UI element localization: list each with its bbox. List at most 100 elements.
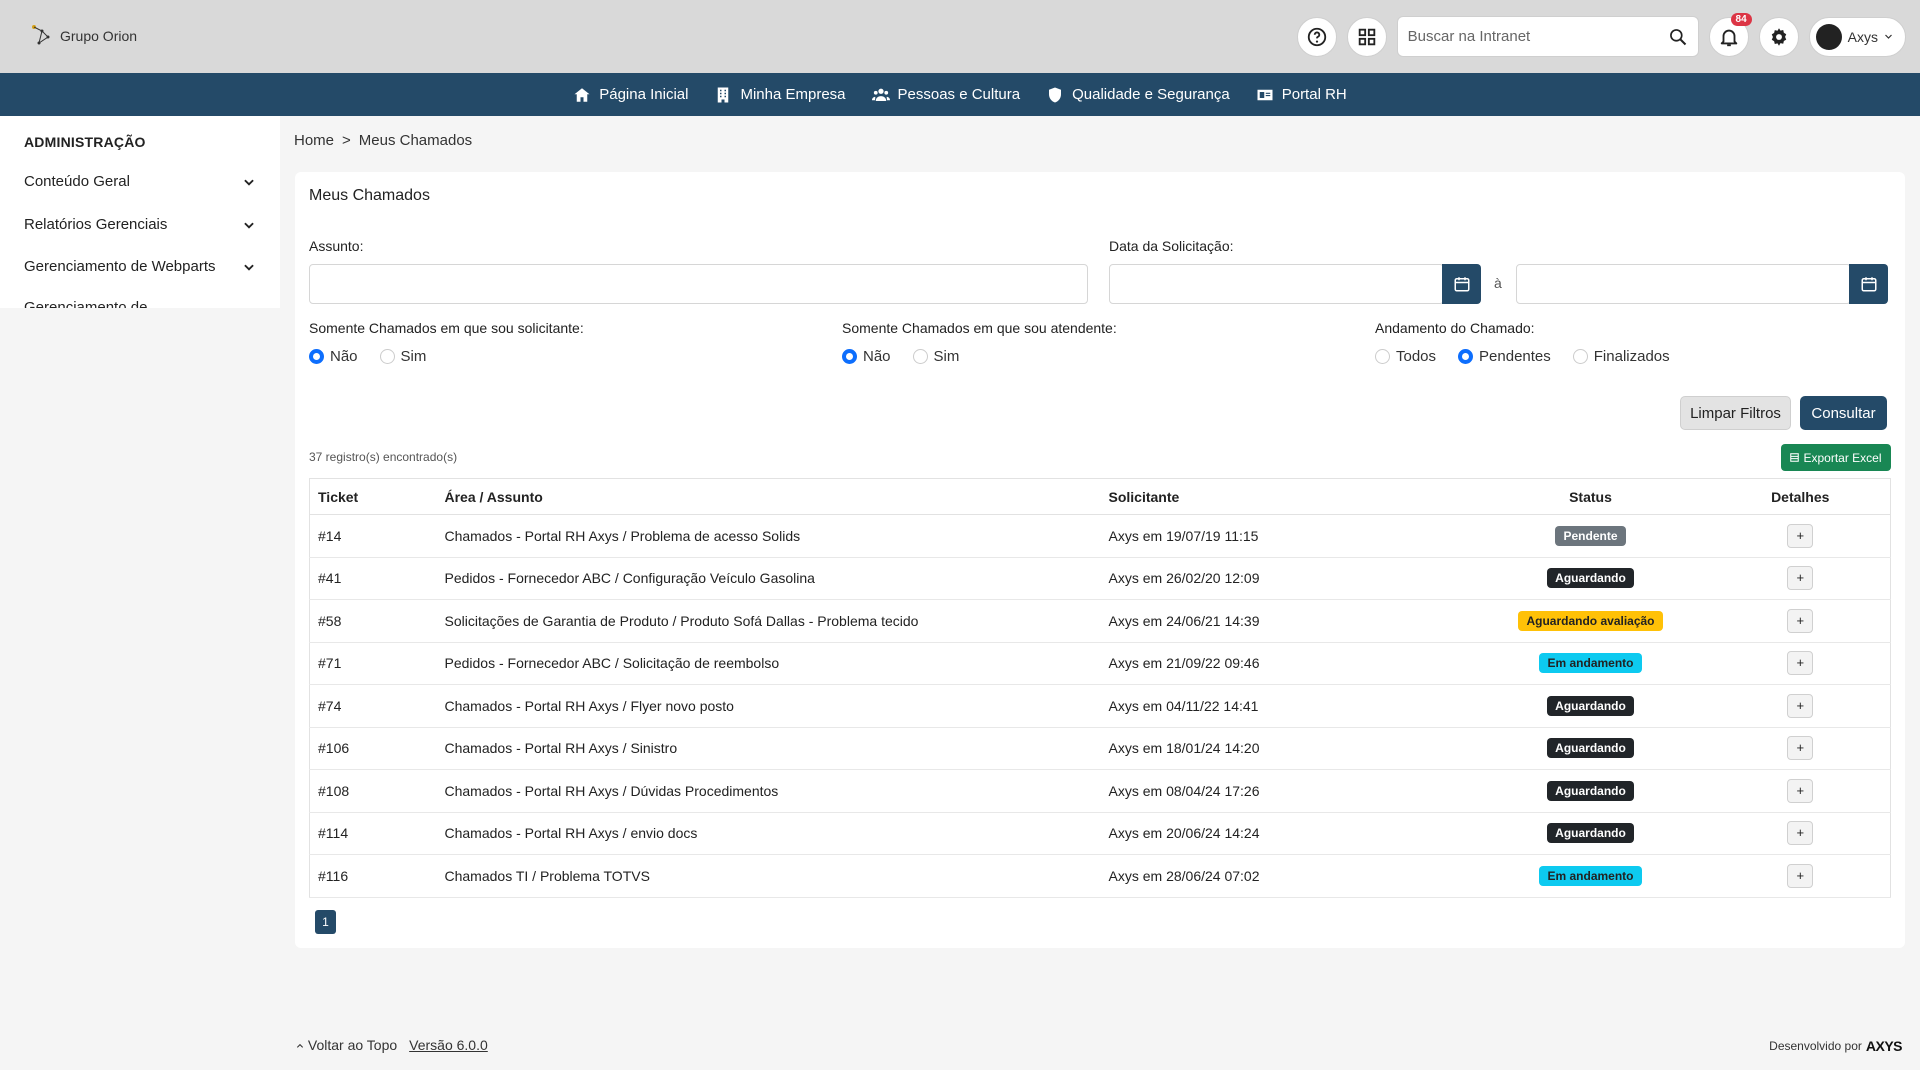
data-solicitacao-label: Data da Solicitação: bbox=[1109, 238, 1234, 254]
date-from-input[interactable] bbox=[1109, 264, 1444, 304]
details-button[interactable]: + bbox=[1787, 736, 1814, 761]
version-link[interactable]: Versão 6.0.0 bbox=[409, 1037, 488, 1053]
settings-button[interactable] bbox=[1758, 16, 1799, 57]
breadcrumb: Home > Meus Chamados bbox=[294, 132, 472, 149]
logo-text: Grupo Orion bbox=[60, 28, 138, 44]
radio-solicitante-nao[interactable] bbox=[309, 349, 324, 364]
ticket-id: #106 bbox=[309, 727, 437, 770]
radio-label: Não bbox=[863, 348, 891, 365]
status-badge: Aguardando bbox=[1547, 568, 1634, 589]
date-separator: à bbox=[1494, 275, 1502, 291]
assunto-label: Assunto: bbox=[309, 238, 364, 254]
search-input[interactable] bbox=[1407, 28, 1668, 45]
ticket-solicitante: Axys em 18/01/24 14:20 bbox=[1100, 727, 1471, 770]
ticket-solicitante: Axys em 28/06/24 07:02 bbox=[1100, 854, 1471, 898]
radio-andamento-todos[interactable] bbox=[1375, 349, 1390, 364]
details-cell: + bbox=[1710, 854, 1891, 898]
admin-sidebar: ADMINISTRAÇÃO Conteúdo Geral Relatórios … bbox=[0, 116, 280, 308]
sidebar-item-gerenciamento[interactable]: Gerenciamento de bbox=[24, 299, 256, 308]
column-header-solicitante[interactable]: Solicitante bbox=[1100, 478, 1471, 515]
apps-button[interactable] bbox=[1346, 16, 1387, 57]
status-badge: Aguardando bbox=[1547, 780, 1634, 801]
status-cell: Aguardando bbox=[1470, 769, 1711, 813]
table-row: #106 Chamados - Portal RH Axys / Sinistr… bbox=[309, 727, 1891, 770]
ticket-id: #116 bbox=[309, 854, 437, 898]
column-header-detalhes: Detalhes bbox=[1710, 478, 1891, 515]
ticket-id: #14 bbox=[309, 514, 437, 558]
radio-andamento-pendentes[interactable] bbox=[1458, 349, 1474, 364]
column-header-ticket[interactable]: Ticket bbox=[309, 478, 437, 515]
radio-atendente-sim[interactable] bbox=[912, 349, 928, 364]
ticket-id: #108 bbox=[309, 769, 437, 813]
date-to-calendar-button[interactable] bbox=[1849, 264, 1888, 304]
nav-item-portal-rh[interactable]: Portal RH bbox=[1256, 86, 1347, 104]
sidebar-title: ADMINISTRAÇÃO bbox=[24, 134, 146, 150]
details-button[interactable]: + bbox=[1787, 693, 1814, 718]
table-header-row: Ticket Área / Assunto Solicitante Status… bbox=[309, 478, 1891, 515]
chevron-down-icon bbox=[1885, 34, 1892, 39]
search-box bbox=[1396, 16, 1699, 57]
assunto-input[interactable] bbox=[309, 264, 1088, 304]
company-logo[interactable]: Grupo Orion bbox=[30, 23, 137, 49]
radio-label: Todos bbox=[1396, 348, 1437, 365]
ticket-solicitante: Axys em 24/06/21 14:39 bbox=[1100, 599, 1471, 643]
notifications-button[interactable]: 84 bbox=[1708, 12, 1752, 57]
details-cell: + bbox=[1710, 557, 1891, 600]
user-menu[interactable]: Axys bbox=[1808, 16, 1906, 57]
export-excel-button[interactable]: Exportar Excel bbox=[1781, 444, 1891, 471]
nav-item-quality[interactable]: Qualidade e Segurança bbox=[1046, 86, 1230, 104]
home-icon bbox=[574, 87, 590, 102]
nav-item-home[interactable]: Página Inicial bbox=[573, 86, 688, 104]
radio-atendente-nao[interactable] bbox=[842, 349, 857, 364]
tickets-table: Ticket Área / Assunto Solicitante Status… bbox=[309, 478, 1891, 898]
radio-andamento-finalizados[interactable] bbox=[1572, 349, 1588, 364]
table-row: #14 Chamados - Portal RH Axys / Problema… bbox=[309, 514, 1891, 558]
radio-label: Pendentes bbox=[1479, 348, 1551, 365]
details-button[interactable]: + bbox=[1787, 608, 1814, 633]
details-button[interactable]: + bbox=[1787, 863, 1814, 888]
details-cell: + bbox=[1710, 642, 1891, 685]
details-button[interactable]: + bbox=[1787, 778, 1814, 803]
details-cell: + bbox=[1710, 812, 1891, 855]
ticket-area: Chamados - Portal RH Axys / Sinistro bbox=[436, 727, 1101, 770]
sidebar-item-relatorios[interactable]: Relatórios Gerenciais bbox=[24, 216, 256, 233]
chevron-up-icon bbox=[296, 1043, 304, 1048]
details-cell: + bbox=[1710, 599, 1891, 643]
details-button[interactable]: + bbox=[1787, 651, 1814, 676]
search-icon[interactable] bbox=[1668, 27, 1688, 47]
calendar-icon bbox=[1454, 277, 1469, 292]
back-to-top-link[interactable]: Voltar ao Topo bbox=[296, 1037, 397, 1053]
pagination-page-1[interactable]: 1 bbox=[315, 910, 336, 934]
ticket-solicitante: Axys em 19/07/19 11:15 bbox=[1100, 514, 1471, 558]
details-button[interactable]: + bbox=[1787, 821, 1814, 846]
nav-label: Página Inicial bbox=[599, 86, 689, 103]
details-cell: + bbox=[1710, 769, 1891, 813]
details-button[interactable]: + bbox=[1787, 523, 1814, 548]
status-badge: Aguardando bbox=[1547, 738, 1634, 759]
page-title: Meus Chamados bbox=[309, 187, 430, 204]
query-button[interactable]: Consultar bbox=[1800, 396, 1887, 430]
column-header-status[interactable]: Status bbox=[1470, 478, 1711, 515]
column-header-area[interactable]: Área / Assunto bbox=[436, 478, 1101, 515]
radio-solicitante-sim[interactable] bbox=[379, 349, 395, 364]
sidebar-item-webparts[interactable]: Gerenciamento de Webparts bbox=[24, 258, 256, 275]
table-row: #114 Chamados - Portal RH Axys / envio d… bbox=[309, 812, 1891, 855]
footer-right: Desenvolvido por AXYS bbox=[1769, 1038, 1902, 1054]
clear-filters-button[interactable]: Limpar Filtros bbox=[1680, 396, 1791, 430]
shield-icon bbox=[1049, 87, 1062, 102]
radio-label: Finalizados bbox=[1593, 348, 1670, 365]
table-row: #41 Pedidos - Fornecedor ABC / Configura… bbox=[309, 557, 1891, 600]
sidebar-item-conteudo-geral[interactable]: Conteúdo Geral bbox=[24, 173, 256, 190]
help-button[interactable] bbox=[1296, 16, 1337, 57]
breadcrumb-home[interactable]: Home bbox=[294, 132, 334, 149]
ticket-id: #74 bbox=[309, 684, 437, 728]
ticket-solicitante: Axys em 08/04/24 17:26 bbox=[1100, 769, 1471, 813]
nav-item-people[interactable]: Pessoas e Cultura bbox=[871, 86, 1020, 104]
ticket-id: #58 bbox=[309, 599, 437, 643]
date-from-calendar-button[interactable] bbox=[1442, 264, 1481, 304]
nav-item-company[interactable]: Minha Empresa bbox=[714, 86, 846, 104]
developer-brand-logo[interactable]: AXYS bbox=[1866, 1038, 1903, 1054]
date-to-input[interactable] bbox=[1516, 264, 1851, 304]
details-button[interactable]: + bbox=[1787, 566, 1814, 591]
ticket-id: #71 bbox=[309, 642, 437, 685]
